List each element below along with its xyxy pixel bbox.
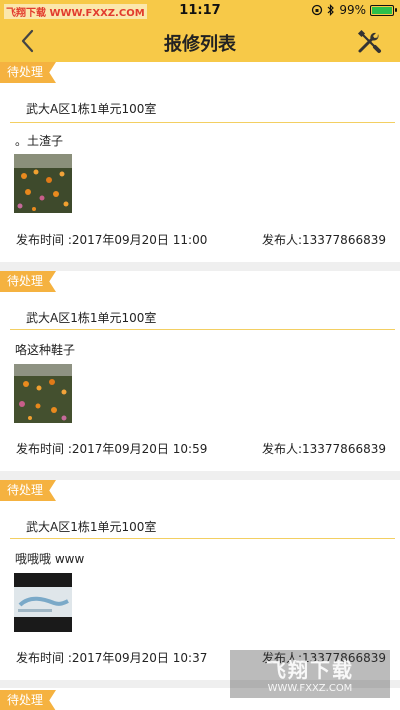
battery-percent: 99% (339, 3, 366, 17)
publish-time: 发布时间 :2017年09月20日 10:37 (16, 651, 208, 665)
status-badge: 待处理 (0, 690, 56, 710)
publish-time: 发布时间 :2017年09月20日 10:59 (16, 442, 208, 456)
repair-description: 。土渣子 (15, 134, 64, 148)
repair-description: 咯这种鞋子 (15, 343, 76, 357)
repair-photo[interactable] (14, 154, 72, 213)
tools-button[interactable] (356, 29, 382, 55)
battery-icon (370, 4, 397, 16)
repair-card[interactable]: 待处理 武大A区1栋1单元100室 咯这种鞋子 发布时间 :2017年09月20… (0, 271, 400, 471)
publish-time: 发布时间 :2017年09月20日 11:00 (16, 233, 208, 247)
status-right: 99% (311, 3, 397, 17)
repair-description: 哦哦哦 www (15, 552, 85, 566)
bluetooth-icon (327, 4, 335, 16)
repair-card[interactable]: 待处理 武大A区1栋1单元100室 。土渣子 发布时间 :2017年09月20日… (0, 62, 400, 262)
repair-address: 武大A区1栋1单元100室 (26, 102, 157, 116)
screenshot-photo-icon (14, 573, 72, 632)
repair-photo[interactable] (14, 364, 72, 423)
page-title: 报修列表 (164, 34, 236, 55)
repair-photo[interactable] (14, 573, 72, 632)
publisher: 发布人:13377866839 (261, 233, 386, 247)
status-badge: 待处理 (0, 62, 56, 83)
divider (10, 122, 395, 123)
rotation-lock-icon (312, 4, 323, 16)
status-badge: 待处理 (0, 480, 56, 501)
flowers-photo-icon (14, 364, 72, 423)
logo-url: WWW.FXXZ.COM (267, 683, 353, 694)
wrench-screwdriver-icon (357, 29, 381, 53)
publisher: 发布人:13377866839 (261, 442, 386, 456)
divider (10, 538, 395, 539)
flowers-photo-icon (14, 154, 72, 213)
status-bar: 飞翔下载 WWW.FXXZ.COM 11:17 99% (0, 0, 400, 22)
status-badge: 待处理 (0, 271, 56, 292)
repair-address: 武大A区1栋1单元100室 (26, 520, 157, 534)
logo-text: 飞翔下载 (266, 658, 354, 682)
divider (10, 329, 395, 330)
repair-address: 武大A区1栋1单元100室 (26, 311, 157, 325)
navigation-bar: 报修列表 (0, 22, 400, 62)
site-logo-watermark: 飞翔下载 WWW.FXXZ.COM (230, 650, 390, 698)
